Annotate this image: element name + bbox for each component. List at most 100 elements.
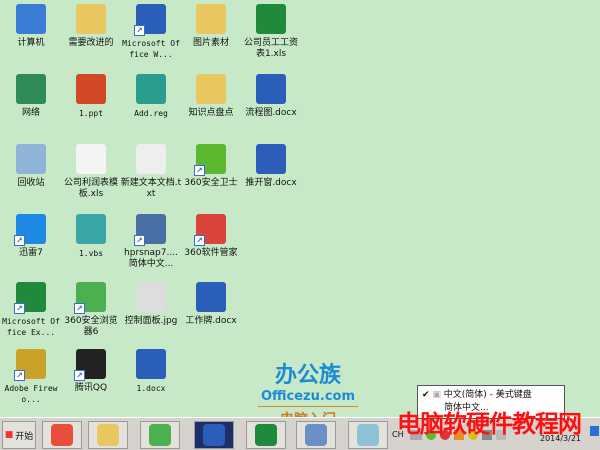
desktop-icon[interactable]: 计算机 [0, 4, 62, 49]
icon-label: 计算机 [17, 38, 45, 48]
powerpoint-icon [76, 74, 106, 104]
desktop-icon[interactable]: 推开窗.docx [240, 144, 302, 189]
computer-icon [16, 4, 46, 34]
desktop-icon[interactable]: ↗ 360安全浏览器6 [60, 282, 122, 338]
word-doc-icon [256, 144, 286, 174]
icon-label: Microsoft Office W... [122, 39, 180, 59]
taskbar-button[interactable] [42, 421, 82, 449]
excel-icon: ↗ [14, 282, 46, 314]
desktop-icon[interactable]: 回收站 [0, 144, 62, 189]
check-icon: ✔ [422, 390, 433, 400]
folder-icon [196, 4, 226, 34]
image-file-icon [136, 282, 166, 312]
icon-label: 360安全浏览器6 [64, 316, 118, 337]
desktop-icon[interactable]: 控制面板.jpg [120, 282, 182, 327]
taskbar-button[interactable] [246, 421, 286, 449]
qq-icon: ↗ [74, 349, 106, 381]
icon-label: Add.reg [134, 109, 168, 118]
keyboard-icon: ▣ [432, 390, 444, 400]
word-doc-icon [196, 282, 226, 312]
shortcut-arrow-icon: ↗ [14, 235, 25, 246]
logo-divider [258, 406, 358, 407]
taskbar-button[interactable] [88, 421, 128, 449]
desktop-icon[interactable]: ↗ Microsoft Office W... [120, 4, 182, 60]
desktop-icon[interactable]: 1.docx [120, 349, 182, 394]
notepad-icon [357, 424, 379, 446]
icon-label: 知识点盘点 [188, 108, 234, 118]
desktop-icon[interactable]: ↗ hprsnap7.... 简体中文... [120, 214, 182, 270]
360-safe-icon: ↗ [194, 144, 226, 176]
word-doc-icon [136, 349, 166, 379]
hypersnap-icon: ↗ [134, 214, 166, 246]
360-app-icon [51, 424, 73, 446]
show-desktop-button[interactable] [590, 426, 599, 436]
taskbar-button[interactable] [140, 421, 180, 449]
desktop-icon[interactable]: 新建文本文档.txt [120, 144, 182, 200]
desktop-icon[interactable]: 公司员工工资表1.xls [240, 4, 302, 60]
word-icon [203, 424, 225, 446]
desktop-icon[interactable]: ↗ 360安全卫士 [180, 144, 242, 189]
icon-label: 新建文本文档.txt [120, 178, 182, 199]
icon-label: Microsoft Office Ex... [2, 317, 60, 337]
icon-label: 公司利润表模板.xls [63, 178, 118, 199]
icon-label: 网络 [21, 108, 40, 118]
start-label: 开始 [15, 431, 34, 442]
icon-label: hprsnap7.... 简体中文... [124, 248, 178, 269]
ie-browser-icon [149, 424, 171, 446]
fireworks-icon: ↗ [14, 349, 46, 381]
desktop-icon[interactable]: ↗ Adobe Firewo... [0, 349, 62, 405]
desktop-icon[interactable]: Add.reg [120, 74, 182, 119]
recycle-bin-icon [16, 144, 46, 174]
ime-item-label: 中文(简体) - 美式键盘 [443, 390, 532, 400]
shortcut-arrow-icon: ↗ [74, 303, 85, 314]
shortcut-arrow-icon: ↗ [14, 303, 25, 314]
desktop-icon[interactable]: 工作牌.docx [180, 282, 242, 327]
excel-icon [255, 424, 277, 446]
folder-icon [97, 424, 119, 446]
icon-label: 推开窗.docx [245, 178, 297, 188]
icon-label: 腾讯QQ [74, 383, 108, 393]
word-doc-icon [256, 74, 286, 104]
desktop-icon[interactable]: 1.vbs [60, 214, 122, 259]
taskbar-button[interactable] [296, 421, 336, 449]
thunder-icon: ↗ [14, 214, 46, 246]
desktop-icon[interactable]: ↗ 腾讯QQ [60, 349, 122, 394]
folder-icon [196, 74, 226, 104]
desktop-icon[interactable]: ↗ 360软件管家 [180, 214, 242, 259]
folder-icon [76, 4, 106, 34]
registry-icon [136, 74, 166, 104]
network-icon [16, 74, 46, 104]
logo-cn: 办公族 [274, 363, 341, 388]
shortcut-arrow-icon: ↗ [74, 370, 85, 381]
logo-site: Officezu.com [260, 389, 355, 404]
shortcut-arrow-icon: ↗ [14, 370, 25, 381]
excel-icon [256, 4, 286, 34]
desktop-icon[interactable]: 流程图.docx [240, 74, 302, 119]
taskbar-button[interactable] [194, 421, 234, 449]
desktop-icon[interactable]: 图片素材 [180, 4, 242, 49]
taskbar-button[interactable] [348, 421, 388, 449]
icon-label: 图片素材 [192, 38, 229, 48]
watermark: 电脑软硬件教程网 [397, 410, 582, 438]
desktop-icon[interactable]: 公司利润表模板.xls [60, 144, 122, 200]
windows-logo-icon: ■ [4, 430, 14, 440]
icon-label: 360软件管家 [184, 248, 238, 258]
start-button[interactable]: ■ 开始 [2, 421, 36, 449]
desktop-icon[interactable]: ↗ Microsoft Office Ex... [0, 282, 62, 338]
desktop-icon[interactable]: 知识点盘点 [180, 74, 242, 119]
desktop-icon[interactable]: 网络 [0, 74, 62, 119]
ime-menu-item[interactable]: ✔ ▣ 中文(简体) - 美式键盘 [422, 389, 560, 402]
shortcut-arrow-icon: ↗ [194, 235, 205, 246]
script-icon [76, 214, 106, 244]
icon-label: 控制面板.jpg [124, 316, 178, 326]
360-browser-icon: ↗ [74, 282, 106, 314]
excel-file-icon [76, 144, 106, 174]
icon-label: 工作牌.docx [185, 316, 237, 326]
icon-label: 1.vbs [78, 249, 104, 258]
desktop-icon[interactable]: 1.ppt [60, 74, 122, 119]
desktop-icon[interactable]: ↗ 迅雷7 [0, 214, 62, 259]
shortcut-arrow-icon: ↗ [134, 25, 145, 36]
desktop-icon[interactable]: 需要改进的 [60, 4, 122, 49]
icon-label: 1.ppt [78, 109, 104, 118]
shortcut-arrow-icon: ↗ [194, 165, 205, 176]
